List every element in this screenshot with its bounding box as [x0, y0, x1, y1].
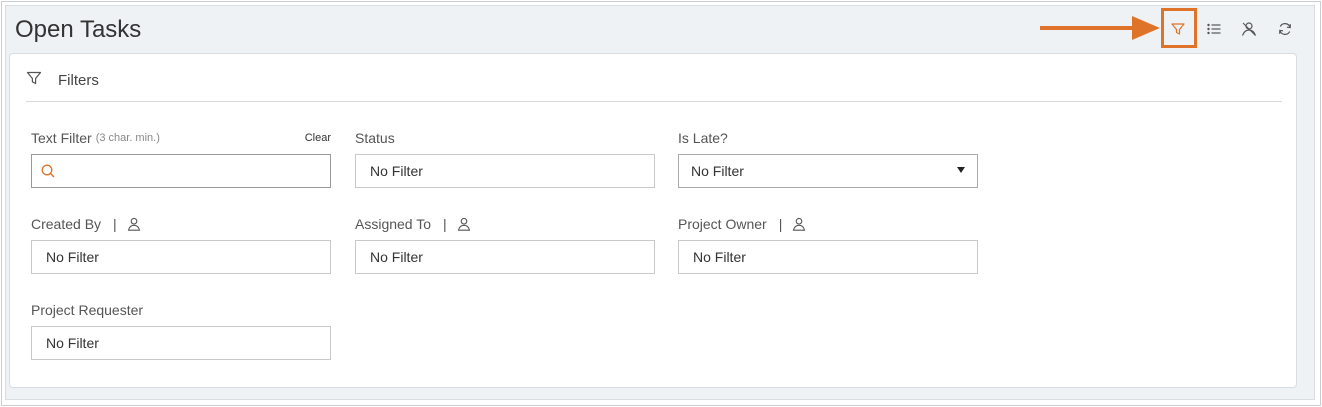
project-requester-label: Project Requester	[31, 302, 144, 318]
list-view-button[interactable]	[1199, 14, 1229, 44]
created-by-field: Created By | No Filter	[31, 214, 331, 274]
filters-panel-header: Filters	[26, 66, 1282, 102]
list-icon	[1207, 23, 1221, 35]
search-icon	[41, 164, 55, 178]
filters-title: Filters	[58, 72, 99, 89]
filters-panel: Filters Text Filter (3 char. min.) Clear…	[9, 53, 1297, 388]
filter-icon	[1171, 23, 1185, 35]
project-owner-label: Project Owner	[678, 216, 767, 232]
is-late-label: Is Late?	[678, 130, 728, 146]
label-separator: |	[443, 216, 447, 232]
text-filter-input[interactable]	[64, 163, 304, 179]
person-icon[interactable]	[457, 217, 471, 231]
status-field: Status No Filter	[355, 128, 655, 188]
project-owner-input[interactable]: No Filter	[678, 240, 978, 274]
people-button[interactable]	[1234, 14, 1264, 44]
project-requester-input[interactable]: No Filter	[31, 326, 331, 360]
people-icon	[1241, 22, 1257, 36]
assigned-to-label: Assigned To	[355, 216, 432, 232]
person-icon[interactable]	[127, 217, 141, 231]
label-separator: |	[778, 216, 783, 232]
label-separator: |	[113, 216, 117, 232]
person-icon[interactable]	[792, 217, 806, 231]
filter-icon	[26, 71, 42, 85]
assigned-to-field: Assigned To | No Filter	[355, 214, 655, 274]
text-filter-hint: (3 char. min.)	[95, 132, 160, 144]
refresh-button[interactable]	[1270, 14, 1300, 44]
is-late-value: No Filter	[691, 163, 744, 179]
status-label: Status	[355, 130, 395, 146]
refresh-icon	[1279, 23, 1291, 35]
is-late-field: Is Late? No Filter	[678, 128, 978, 188]
dropdown-caret-icon	[957, 167, 965, 173]
assigned-to-input[interactable]: No Filter	[355, 240, 655, 274]
text-filter-label: Text Filter	[31, 130, 92, 146]
text-filter-input-box[interactable]	[31, 154, 331, 188]
annotation-arrow	[1040, 16, 1160, 40]
created-by-input[interactable]: No Filter	[31, 240, 331, 274]
project-owner-field: Project Owner | No Filter	[678, 214, 978, 274]
toolbar	[1155, 10, 1305, 46]
project-requester-field: Project Requester No Filter	[31, 300, 331, 360]
is-late-select[interactable]: No Filter	[678, 154, 978, 188]
filter-toggle-button[interactable]	[1163, 14, 1193, 44]
page-title: Open Tasks	[15, 16, 142, 43]
status-input[interactable]: No Filter	[355, 154, 655, 188]
clear-link[interactable]: Clear	[305, 128, 331, 148]
created-by-label: Created By	[31, 216, 102, 232]
text-filter-field: Text Filter (3 char. min.) Clear	[31, 128, 331, 188]
